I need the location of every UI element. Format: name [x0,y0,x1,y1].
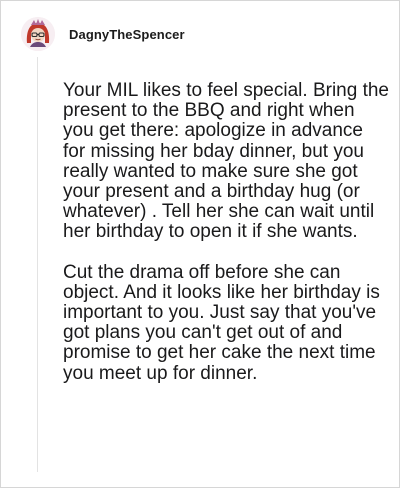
comment-paragraph: Your MIL likes to feel special. Bring th… [63,80,389,243]
comment-body: Your MIL likes to feel special. Bring th… [63,80,389,384]
avatar-icon[interactable] [21,17,55,51]
comment-paragraph: Cut the drama off before she can object.… [63,261,380,384]
username-link[interactable]: DagnyTheSpencer [69,27,185,42]
comment-card: DagnyTheSpencer Your MIL likes to feel s… [0,0,400,488]
thread-line[interactable] [37,57,38,472]
comment-header: DagnyTheSpencer [21,16,185,52]
